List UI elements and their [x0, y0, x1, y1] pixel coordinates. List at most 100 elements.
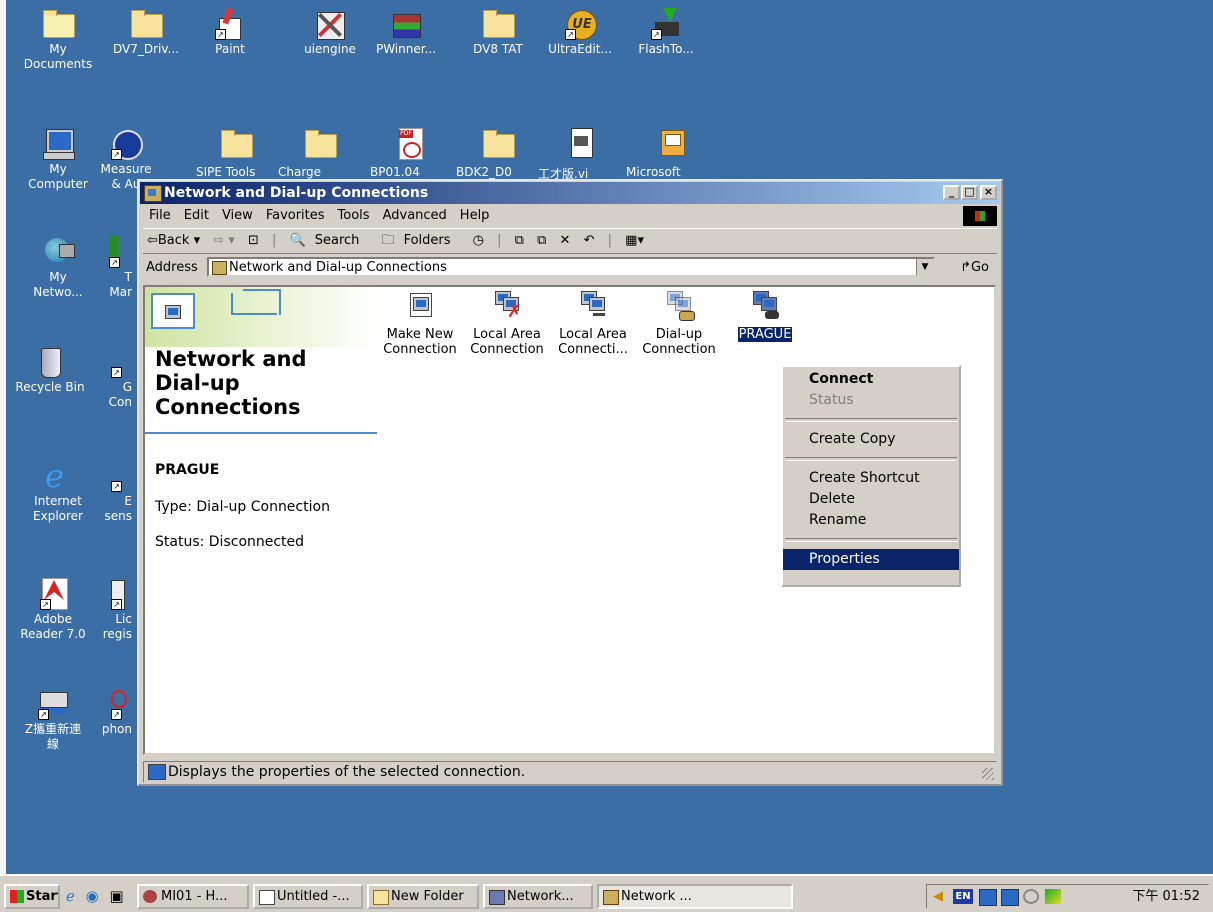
search-icon: 🔍	[289, 233, 306, 248]
my-documents-icon-item[interactable]: My Documents	[18, 8, 98, 72]
taskbar-button-mi01[interactable]: MI01 - H...	[137, 884, 249, 909]
desktop-uiengine[interactable]: uiengine	[290, 8, 370, 57]
desktop-file[interactable]	[540, 128, 620, 162]
language-indicator[interactable]: EN	[953, 889, 973, 904]
menu-help[interactable]: Help	[460, 208, 490, 223]
item-label: Make New Connection	[383, 327, 457, 357]
desktop-pwinner[interactable]: PWinner...	[366, 8, 446, 57]
delete-icon[interactable]: ✕	[560, 233, 571, 248]
connection-type: Type: Dial-up Connection	[155, 499, 330, 515]
menu-item-create-copy[interactable]: Create Copy	[783, 429, 959, 450]
desktop-my-computer[interactable]: My Computer	[18, 128, 98, 192]
menu-view[interactable]: View	[222, 208, 253, 223]
desktop-shortcut-t[interactable]: ↗ T Mar	[92, 236, 132, 300]
back-button[interactable]: ⇦Back ▾	[147, 233, 200, 248]
desktop-icon-label: E sens	[104, 494, 133, 523]
desktop-recycle-bin[interactable]: Recycle Bin	[10, 346, 90, 395]
maximize-button[interactable]: □	[961, 185, 978, 200]
menu-tools[interactable]: Tools	[338, 208, 370, 223]
taskbar: Start ℯ ◉ ▣ MI01 - H... Untitled -... Ne…	[0, 874, 1213, 912]
address-bar: Address Network and Dial-up Connections …	[143, 255, 997, 281]
up-folder-button[interactable]: ⊡	[248, 233, 259, 248]
folders-button[interactable]: 🗀 Folders	[382, 233, 460, 248]
menu-item-rename[interactable]: Rename	[783, 510, 959, 531]
folder-icon	[219, 128, 253, 160]
desktop-ultraedit[interactable]: UE ↗ UltraEdit...	[540, 8, 620, 57]
views-button[interactable]: ▦▾	[625, 233, 644, 248]
desktop-folder-dv8[interactable]: DV8 TAT	[458, 8, 538, 57]
clock[interactable]: 下午 01:52	[1132, 885, 1200, 908]
desktop-folder-sipe[interactable]	[196, 128, 276, 162]
item-dial-up-connection[interactable]: Dial-up Connection	[635, 291, 723, 357]
desktop-folder-dv7[interactable]: DV7_Driv...	[106, 8, 186, 57]
recycle-bin-icon	[33, 346, 67, 378]
search-button[interactable]: 🔍 Search	[290, 233, 369, 248]
menu-item-create-shortcut[interactable]: Create Shortcut	[783, 468, 959, 489]
folder-icon	[373, 890, 389, 905]
desktop-icon-label: BDK2_D0	[456, 165, 512, 179]
undo-icon[interactable]: ↶	[584, 233, 595, 248]
close-button[interactable]: ×	[980, 185, 997, 200]
clock-utility-icon[interactable]	[1023, 889, 1039, 904]
menu-item-delete[interactable]: Delete	[783, 489, 959, 510]
connections-folder-icon	[151, 293, 195, 329]
volume-icon[interactable]: ◀	[933, 889, 949, 904]
desktop-icon-label: G Con	[108, 380, 132, 409]
show-desktop-icon[interactable]: ▣	[110, 887, 124, 905]
shortcut-icon: ↗	[95, 236, 129, 268]
divider	[145, 432, 377, 434]
shortcut-icon: ↗	[95, 470, 129, 492]
desktop-microsoft[interactable]	[632, 128, 712, 162]
desktop-internet-explorer[interactable]: e Internet Explorer	[18, 460, 98, 524]
taskbar-button-new-folder[interactable]: New Folder	[367, 884, 479, 909]
chevron-down-icon[interactable]: ▼	[916, 259, 933, 275]
desktop-shortcut-e[interactable]: ↗ E sens	[92, 470, 132, 524]
network-folder-icon	[603, 890, 619, 905]
desktop-my-network[interactable]: My Netwo...	[18, 236, 98, 300]
menu-item-connect[interactable]: Connect	[783, 369, 959, 390]
taskbar-button-network-2[interactable]: Network ...	[597, 884, 793, 909]
desktop-adobe-reader[interactable]: ↗ Adobe Reader 7.0	[10, 578, 96, 642]
menu-file[interactable]: File	[149, 208, 171, 223]
minimize-button[interactable]: _	[943, 185, 960, 200]
desktop-icon-label: Internet Explorer	[33, 494, 83, 523]
item-label: PRAGUE	[737, 327, 793, 342]
folder-icon	[303, 128, 337, 160]
internet-explorer-icon[interactable]: ℯ	[66, 887, 75, 905]
desktop-folder-bdk2[interactable]	[458, 128, 538, 162]
copy-to-icon[interactable]: ⧉	[537, 233, 546, 248]
network-status-icon[interactable]	[979, 889, 997, 906]
my-network-icon	[41, 236, 75, 268]
menu-favorites[interactable]: Favorites	[266, 208, 325, 223]
menu-advanced[interactable]: Advanced	[383, 208, 447, 223]
network-disconnected-icon[interactable]	[1001, 889, 1019, 906]
desktop-flashtool[interactable]: ↗ FlashTo...	[626, 8, 706, 57]
desktop-paint[interactable]: ↗ Paint	[190, 7, 270, 57]
item-prague[interactable]: PRAGUE	[721, 291, 809, 342]
desktop-shortcut-lic[interactable]: ↗ Lic regis	[92, 580, 132, 642]
resize-grip[interactable]	[982, 768, 994, 780]
item-make-new-connection[interactable]: Make New Connection	[376, 291, 464, 357]
history-button[interactable]: ◷	[473, 233, 484, 248]
desktop-pdf[interactable]: PDF	[370, 128, 450, 162]
desktop-shortcut-g[interactable]: ↗ G Con	[92, 356, 132, 410]
outlook-icon[interactable]: ◉	[86, 887, 99, 905]
desktop-icon-label: My Computer	[28, 162, 88, 191]
item-local-area-connection-2[interactable]: Local Area Connecti...	[549, 291, 637, 357]
forward-button[interactable]: ⇨ ▾	[213, 233, 235, 248]
item-local-area-connection[interactable]: ✗ Local Area Connection	[463, 291, 551, 357]
taskbar-button-untitled[interactable]: Untitled -...	[253, 884, 363, 909]
desktop-shortcut-phone[interactable]: ↗ phon	[92, 688, 132, 737]
taskbar-button-network-1[interactable]: Network...	[483, 884, 593, 909]
start-button[interactable]: Start	[4, 884, 60, 909]
menu-edit[interactable]: Edit	[184, 208, 209, 223]
go-button[interactable]: ↱Go	[960, 255, 989, 281]
desktop-network-shortcut[interactable]: ↗ Z攜重新連 線	[10, 688, 96, 752]
title-bar[interactable]: Network and Dial-up Connections _ □ ×	[140, 182, 1000, 204]
desktop-folder-charge[interactable]	[280, 128, 360, 162]
move-to-icon[interactable]: ⧉	[515, 233, 524, 248]
address-input[interactable]: Network and Dial-up Connections ▼	[207, 257, 935, 277]
menu-item-properties[interactable]: Properties	[783, 549, 959, 570]
item-label: Local Area Connecti...	[558, 327, 628, 357]
app-tray-icon[interactable]	[1045, 889, 1061, 904]
